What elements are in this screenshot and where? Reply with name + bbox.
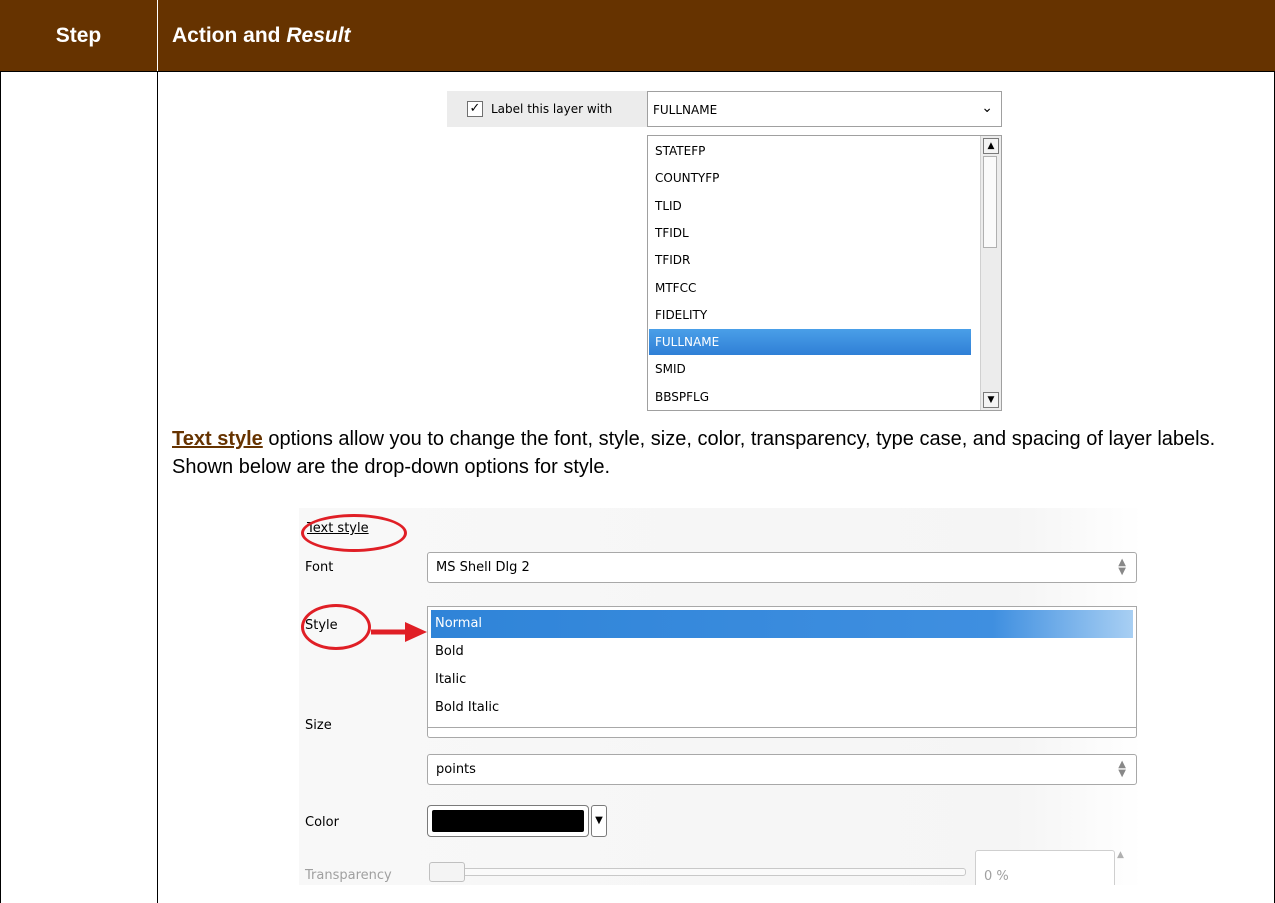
step-column-header: Step xyxy=(55,23,102,47)
style-dropdown-list: Normal Bold Italic Bold Italic xyxy=(427,606,1137,728)
style-option[interactable]: Bold xyxy=(431,638,1133,666)
field-option[interactable]: TFIDL xyxy=(649,220,971,246)
column-divider xyxy=(157,71,158,903)
text-style-screenshot: Text style Font MS Shell Dlg 2 ▲ ▼ Style … xyxy=(299,508,1142,885)
annotation-ring-style xyxy=(301,604,371,650)
field-option[interactable]: FULLNAME xyxy=(649,329,971,356)
field-option[interactable]: BBSPFLG xyxy=(649,384,971,410)
spin-arrows-icon[interactable]: ▲ xyxy=(1117,850,1124,860)
units-value: points xyxy=(436,762,476,777)
action-header-text: Action and xyxy=(172,23,287,47)
result-header-text: Result xyxy=(286,23,351,47)
field-option[interactable]: MTFCC xyxy=(649,275,971,301)
style-option[interactable]: Bold Italic xyxy=(431,694,1133,722)
color-picker[interactable] xyxy=(427,805,589,837)
scroll-down-icon[interactable]: ▼ xyxy=(983,392,999,408)
header-divider xyxy=(157,0,158,71)
transparency-label: Transparency xyxy=(305,868,392,883)
transparency-slider-handle[interactable] xyxy=(429,862,465,882)
label-field-screenshot: ✓ Label this layer with FULLNAME ⌄ ▲ ▼ S… xyxy=(447,91,1004,411)
transparency-spinbox[interactable]: 0 % xyxy=(975,850,1115,885)
size-label: Size xyxy=(305,718,332,733)
row-divider xyxy=(0,71,1275,72)
label-field-list: ▲ ▼ STATEFP COUNTYFP TLID TFIDL TFIDR MTFCC FI… xyxy=(647,135,1002,411)
font-select[interactable]: MS Shell Dlg 2 ▲ ▼ xyxy=(427,552,1137,583)
instruction-paragraph: Text style options allow you to change t… xyxy=(172,425,1262,481)
text-style-link: Text style xyxy=(172,428,263,450)
list-scrollbar[interactable]: ▲ ▼ xyxy=(980,136,1001,410)
instruction-table: Step Action and Result ✓ Label this laye… xyxy=(0,0,1275,903)
label-field-combo[interactable]: FULLNAME ⌄ xyxy=(647,91,1002,127)
style-option[interactable]: Italic xyxy=(431,666,1133,694)
annotation-ring-title xyxy=(301,514,407,552)
field-option[interactable]: TFIDR xyxy=(649,247,971,273)
chevron-down-icon[interactable]: ⌄ xyxy=(981,100,993,116)
action-column-header: Action and Result xyxy=(172,0,351,71)
spin-arrows-icon[interactable]: ▲ ▼ xyxy=(1118,760,1126,779)
transparency-value: 0 % xyxy=(984,869,1009,884)
table-left-border xyxy=(0,71,1,903)
font-value: MS Shell Dlg 2 xyxy=(436,560,530,575)
label-layer-text: Label this layer with xyxy=(491,102,613,116)
spin-arrows-icon[interactable]: ▲ ▼ xyxy=(1118,558,1126,577)
field-option[interactable]: TLID xyxy=(649,193,971,219)
color-swatch xyxy=(432,810,584,832)
scroll-up-icon[interactable]: ▲ xyxy=(983,138,999,154)
field-option[interactable]: FIDELITY xyxy=(649,302,971,328)
color-dropdown-icon[interactable]: ▼ xyxy=(591,805,607,837)
field-option[interactable]: STATEFP xyxy=(649,138,971,164)
label-layer-row: ✓ Label this layer with xyxy=(447,91,647,127)
color-label: Color xyxy=(305,815,339,830)
label-layer-checkbox[interactable]: ✓ xyxy=(467,101,483,117)
table-header: Step Action and Result xyxy=(0,0,1275,71)
field-option[interactable]: COUNTYFP xyxy=(649,165,971,191)
instruction-body: options allow you to change the font, st… xyxy=(172,428,1216,478)
field-option[interactable]: SMID xyxy=(649,356,971,382)
red-arrow-icon xyxy=(371,622,427,642)
font-label: Font xyxy=(305,560,334,575)
transparency-slider-track[interactable] xyxy=(449,868,966,876)
label-field-value: FULLNAME xyxy=(653,103,718,117)
style-option[interactable]: Normal xyxy=(431,610,1133,638)
units-select[interactable]: points ▲ ▼ xyxy=(427,754,1137,785)
scroll-thumb[interactable] xyxy=(983,156,997,248)
